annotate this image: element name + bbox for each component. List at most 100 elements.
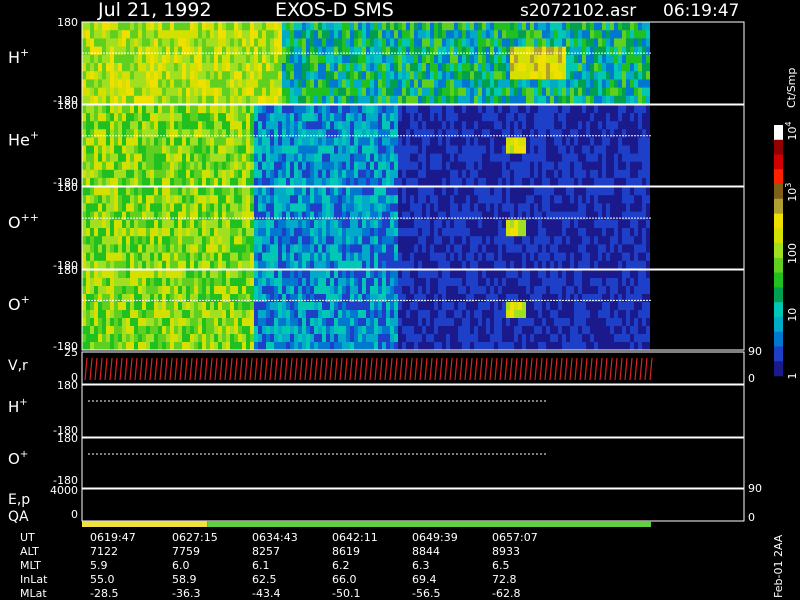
spectro-cell <box>98 260 102 270</box>
spectro-cell <box>258 46 262 56</box>
spectro-cell <box>278 121 282 130</box>
spectro-cell <box>282 63 286 72</box>
spectro-cell <box>154 79 158 89</box>
spectro-cell <box>418 71 422 80</box>
spectro-cell <box>430 228 434 237</box>
spectro-cell <box>506 71 510 80</box>
spectro-cell <box>606 54 610 64</box>
spectro-cell <box>438 177 442 187</box>
spectro-cell <box>166 145 170 155</box>
spectro-cell <box>382 137 386 146</box>
spectro-cell <box>530 244 534 254</box>
spectro-cell <box>406 203 410 213</box>
spectro-cell <box>206 46 210 56</box>
spectro-cell <box>218 203 222 213</box>
spectro-cell <box>454 87 458 97</box>
spectro-cell <box>134 219 138 229</box>
spectro-cell <box>278 30 282 39</box>
spectro-cell <box>350 161 354 171</box>
spectro-cell <box>126 318 130 327</box>
spectro-cell <box>454 38 458 48</box>
spectro-cell <box>86 153 90 163</box>
spectro-cell <box>338 87 342 97</box>
spectro-cell <box>514 63 518 72</box>
spectro-cell <box>518 87 522 97</box>
spectro-cell <box>262 270 266 279</box>
spectro-cell <box>642 87 646 97</box>
spectro-cell <box>418 169 422 179</box>
spectro-cell <box>306 342 310 351</box>
spectro-cell <box>294 187 298 196</box>
spectro-cell <box>514 71 518 80</box>
spectro-cell <box>542 153 546 163</box>
spectro-cell <box>326 79 330 89</box>
spectro-cell <box>230 318 234 327</box>
spectro-cell <box>346 326 350 335</box>
spectro-cell <box>138 236 142 245</box>
spectro-cell <box>254 219 258 229</box>
spectro-cell <box>114 105 118 114</box>
spectro-cell <box>166 252 170 262</box>
spectro-cell <box>98 38 102 48</box>
spectro-cell <box>326 228 330 237</box>
spectro-cell <box>194 244 198 254</box>
spectro-cell <box>494 79 498 89</box>
spectro-cell <box>450 260 454 270</box>
spectro-cell <box>422 22 426 31</box>
spectro-cell <box>466 228 470 237</box>
spectro-cell <box>326 71 330 80</box>
spectro-cell <box>538 211 542 221</box>
spectro-cell <box>394 252 398 262</box>
spectro-cell <box>462 236 466 245</box>
spectro-cell <box>310 318 314 327</box>
spectro-cell <box>206 145 210 155</box>
spectro-cell <box>562 211 566 221</box>
spectro-cell <box>622 177 626 187</box>
spectro-cell <box>306 334 310 343</box>
spectro-cell <box>246 318 250 327</box>
spectro-cell <box>126 38 130 48</box>
spectro-cell <box>342 236 346 245</box>
spectro-cell <box>286 334 290 343</box>
spectro-cell <box>198 79 202 89</box>
spectro-cell <box>478 187 482 196</box>
spectro-cell <box>646 129 650 138</box>
spectro-cell <box>322 161 326 171</box>
spectro-cell <box>158 177 162 187</box>
spectro-cell <box>114 260 118 270</box>
spectro-cell <box>310 244 314 254</box>
spectro-cell <box>314 105 318 114</box>
spectro-cell <box>118 310 122 319</box>
spectro-cell <box>622 161 626 171</box>
spectro-cell <box>590 236 594 245</box>
spectro-cell <box>242 105 246 114</box>
spectro-cell <box>370 129 374 138</box>
spectro-cell <box>222 38 226 48</box>
spectro-cell <box>490 187 494 196</box>
spectro-cell <box>270 177 274 187</box>
spectro-cell <box>226 153 230 163</box>
spectro-cell <box>234 294 238 303</box>
spectro-cell <box>110 278 114 287</box>
spectro-cell <box>198 87 202 97</box>
spectro-cell <box>330 244 334 254</box>
spectro-cell <box>302 145 306 155</box>
spectro-cell <box>486 260 490 270</box>
spectro-cell <box>510 177 514 187</box>
spectro-cell <box>490 211 494 221</box>
spectro-cell <box>610 244 614 254</box>
spectro-cell <box>238 342 242 351</box>
spectro-cell <box>514 137 518 146</box>
spectro-cell <box>294 195 298 204</box>
spectro-cell <box>366 195 370 204</box>
spectro-cell <box>470 22 474 31</box>
spectro-cell <box>138 161 142 171</box>
spectro-cell <box>410 177 414 187</box>
spectro-cell <box>274 244 278 254</box>
spectro-cell <box>170 71 174 80</box>
spectro-cell <box>486 22 490 31</box>
spectro-cell <box>250 342 254 351</box>
spectro-cell <box>634 71 638 80</box>
spectro-cell <box>598 161 602 171</box>
spectro-cell <box>546 161 550 171</box>
